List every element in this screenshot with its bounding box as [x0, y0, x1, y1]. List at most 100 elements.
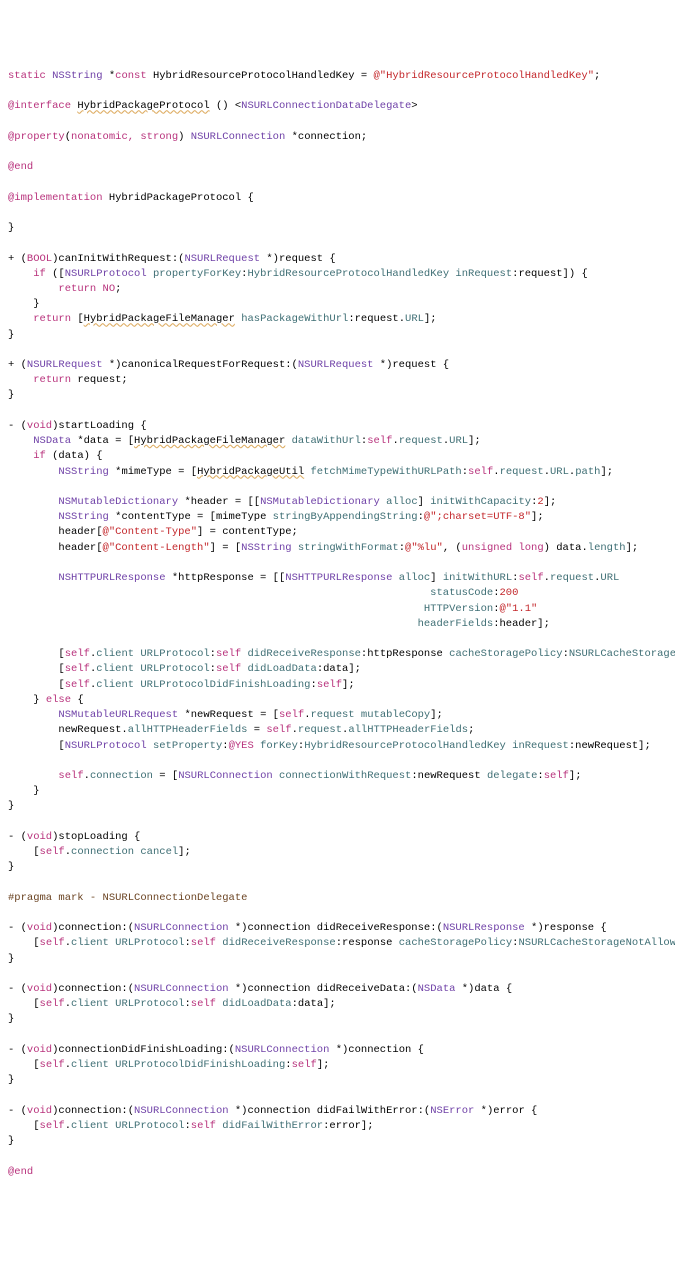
code-line[interactable]: [self.client URLProtocol:self didLoadDat…	[8, 662, 667, 677]
code-line[interactable]: }	[8, 784, 667, 799]
code-line[interactable]: @end	[8, 160, 667, 175]
code-line[interactable]: }	[8, 328, 667, 343]
code-line[interactable]: }	[8, 1012, 667, 1027]
code-line[interactable]: - (void)stopLoading {	[8, 830, 667, 845]
code-line[interactable]	[8, 1028, 667, 1043]
code-line[interactable]: [self.client URLProtocol:self didReceive…	[8, 647, 667, 662]
code-token-mth: dataWithUrl	[292, 435, 361, 447]
code-line[interactable]: @implementation HybridPackageProtocol {	[8, 191, 667, 206]
code-line[interactable]	[8, 206, 667, 221]
code-token-mth: cancel	[140, 846, 178, 858]
code-line[interactable]: [NSURLProtocol setProperty:@YES forKey:H…	[8, 739, 667, 754]
code-line[interactable]: statusCode:200	[8, 586, 667, 601]
code-line[interactable]: }	[8, 221, 667, 236]
code-line[interactable]: }	[8, 799, 667, 814]
code-token-mth: alloc	[399, 572, 431, 584]
code-line[interactable]: + (BOOL)canInitWithRequest:(NSURLRequest…	[8, 252, 667, 267]
code-line[interactable]	[8, 906, 667, 921]
code-line[interactable]	[8, 145, 667, 160]
code-line[interactable]: NSData *data = [HybridPackageFileManager…	[8, 434, 667, 449]
code-line[interactable]: [self.client URLProtocol:self didLoadDat…	[8, 997, 667, 1012]
code-line[interactable]: [self.connection cancel];	[8, 845, 667, 860]
code-line[interactable]	[8, 754, 667, 769]
code-line[interactable]: #pragma mark - NSURLConnectionDelegate	[8, 891, 667, 906]
code-line[interactable]: if ([NSURLProtocol propertyForKey:Hybrid…	[8, 267, 667, 282]
code-token-mth: URL	[405, 313, 424, 325]
code-line[interactable]: NSString *mimeType = [HybridPackageUtil …	[8, 465, 667, 480]
code-line[interactable]: @property(nonatomic, strong) NSURLConnec…	[8, 130, 667, 145]
code-line[interactable]: - (void)connectionDidFinishLoading:(NSUR…	[8, 1043, 667, 1058]
code-container[interactable]: static NSString *const HybridResourcePro…	[8, 69, 667, 1180]
code-line[interactable]	[8, 343, 667, 358]
code-line[interactable]: }	[8, 297, 667, 312]
code-line[interactable]: } else {	[8, 693, 667, 708]
code-line[interactable]: return request;	[8, 373, 667, 388]
code-line[interactable]	[8, 1089, 667, 1104]
code-token-kw: self	[191, 998, 223, 1010]
code-line[interactable]: - (void)connection:(NSURLConnection *)co…	[8, 1104, 667, 1119]
code-line[interactable]: NSString *contentType = [mimeType string…	[8, 510, 667, 525]
code-token-var: }	[8, 1135, 14, 1147]
code-line[interactable]: NSHTTPURLResponse *httpResponse = [[NSHT…	[8, 571, 667, 586]
code-line[interactable]: }	[8, 1073, 667, 1088]
code-token-var: :response	[336, 937, 399, 949]
code-line[interactable]	[8, 115, 667, 130]
code-line[interactable]	[8, 404, 667, 419]
code-line[interactable]: - (void)connection:(NSURLConnection *)co…	[8, 921, 667, 936]
code-token-kw: self	[216, 648, 248, 660]
code-line[interactable]: }	[8, 388, 667, 403]
code-token-var: ];	[626, 542, 639, 554]
code-line[interactable]: newRequest.allHTTPHeaderFields = self.re…	[8, 723, 667, 738]
code-line[interactable]: @interface HybridPackageProtocol () <NSU…	[8, 99, 667, 114]
code-line[interactable]: }	[8, 1134, 667, 1149]
code-line[interactable]: return [HybridPackageFileManager hasPack…	[8, 312, 667, 327]
code-line[interactable]: self.connection = [NSURLConnection conne…	[8, 769, 667, 784]
code-line[interactable]: + (NSURLRequest *)canonicalRequestForReq…	[8, 358, 667, 373]
code-line[interactable]	[8, 480, 667, 495]
code-line[interactable]: [self.client URLProtocol:self didFailWit…	[8, 1119, 667, 1134]
code-token-mth: didReceiveResponse	[222, 937, 335, 949]
code-token-mth: delegate	[487, 770, 537, 782]
code-line[interactable]: NSMutableURLRequest *newRequest = [self.…	[8, 708, 667, 723]
code-line[interactable]	[8, 875, 667, 890]
code-line[interactable]	[8, 84, 667, 99]
code-line[interactable]: HTTPVersion:@"1.1"	[8, 602, 667, 617]
code-line[interactable]: if (data) {	[8, 449, 667, 464]
code-line[interactable]	[8, 967, 667, 982]
code-line[interactable]	[8, 175, 667, 190]
code-line[interactable]: @end	[8, 1165, 667, 1180]
code-line[interactable]	[8, 815, 667, 830]
code-line[interactable]	[8, 556, 667, 571]
code-line[interactable]: [self.client URLProtocol:self didReceive…	[8, 936, 667, 951]
code-token-var: )	[178, 131, 191, 143]
code-line[interactable]: [self.client URLProtocolDidFinishLoading…	[8, 678, 667, 693]
code-token-mth: URLProtocolDidFinishLoading	[115, 1059, 285, 1071]
code-token-cls: NSURLProtocol	[65, 268, 153, 280]
code-token-mth: connectionWithRequest	[279, 770, 411, 782]
code-line[interactable]: static NSString *const HybridResourcePro…	[8, 69, 667, 84]
code-token-var: ] = contentType;	[197, 526, 298, 538]
code-line[interactable]: header[@"Content-Type"] = contentType;	[8, 525, 667, 540]
code-token-mth: request	[311, 709, 361, 721]
code-line[interactable]: - (void)startLoading {	[8, 419, 667, 434]
code-line[interactable]: NSMutableDictionary *header = [[NSMutabl…	[8, 495, 667, 510]
code-line[interactable]	[8, 632, 667, 647]
code-token-mth: HybridResourceProtocolHandledKey	[304, 740, 512, 752]
code-token-var: HybridPackageProtocol {	[109, 192, 254, 204]
code-token-var: = [	[153, 770, 178, 782]
code-line[interactable]: return NO;	[8, 282, 667, 297]
code-token-cls: NSURLConnection	[134, 922, 235, 934]
code-token-kw: self	[266, 724, 291, 736]
code-line[interactable]: headerFields:header];	[8, 617, 667, 632]
code-line[interactable]	[8, 236, 667, 251]
code-line[interactable]: - (void)connection:(NSURLConnection *)co…	[8, 982, 667, 997]
code-line[interactable]: }	[8, 952, 667, 967]
code-line[interactable]	[8, 1149, 667, 1164]
code-token-mth: HybridResourceProtocolHandledKey	[247, 268, 455, 280]
code-token-mth: stringWithFormat	[298, 542, 399, 554]
code-line[interactable]: header[@"Content-Length"] = [NSString st…	[8, 541, 667, 556]
code-token-mth: client	[71, 937, 115, 949]
code-token-kw: void	[27, 1105, 52, 1117]
code-line[interactable]: }	[8, 860, 667, 875]
code-line[interactable]: [self.client URLProtocolDidFinishLoading…	[8, 1058, 667, 1073]
